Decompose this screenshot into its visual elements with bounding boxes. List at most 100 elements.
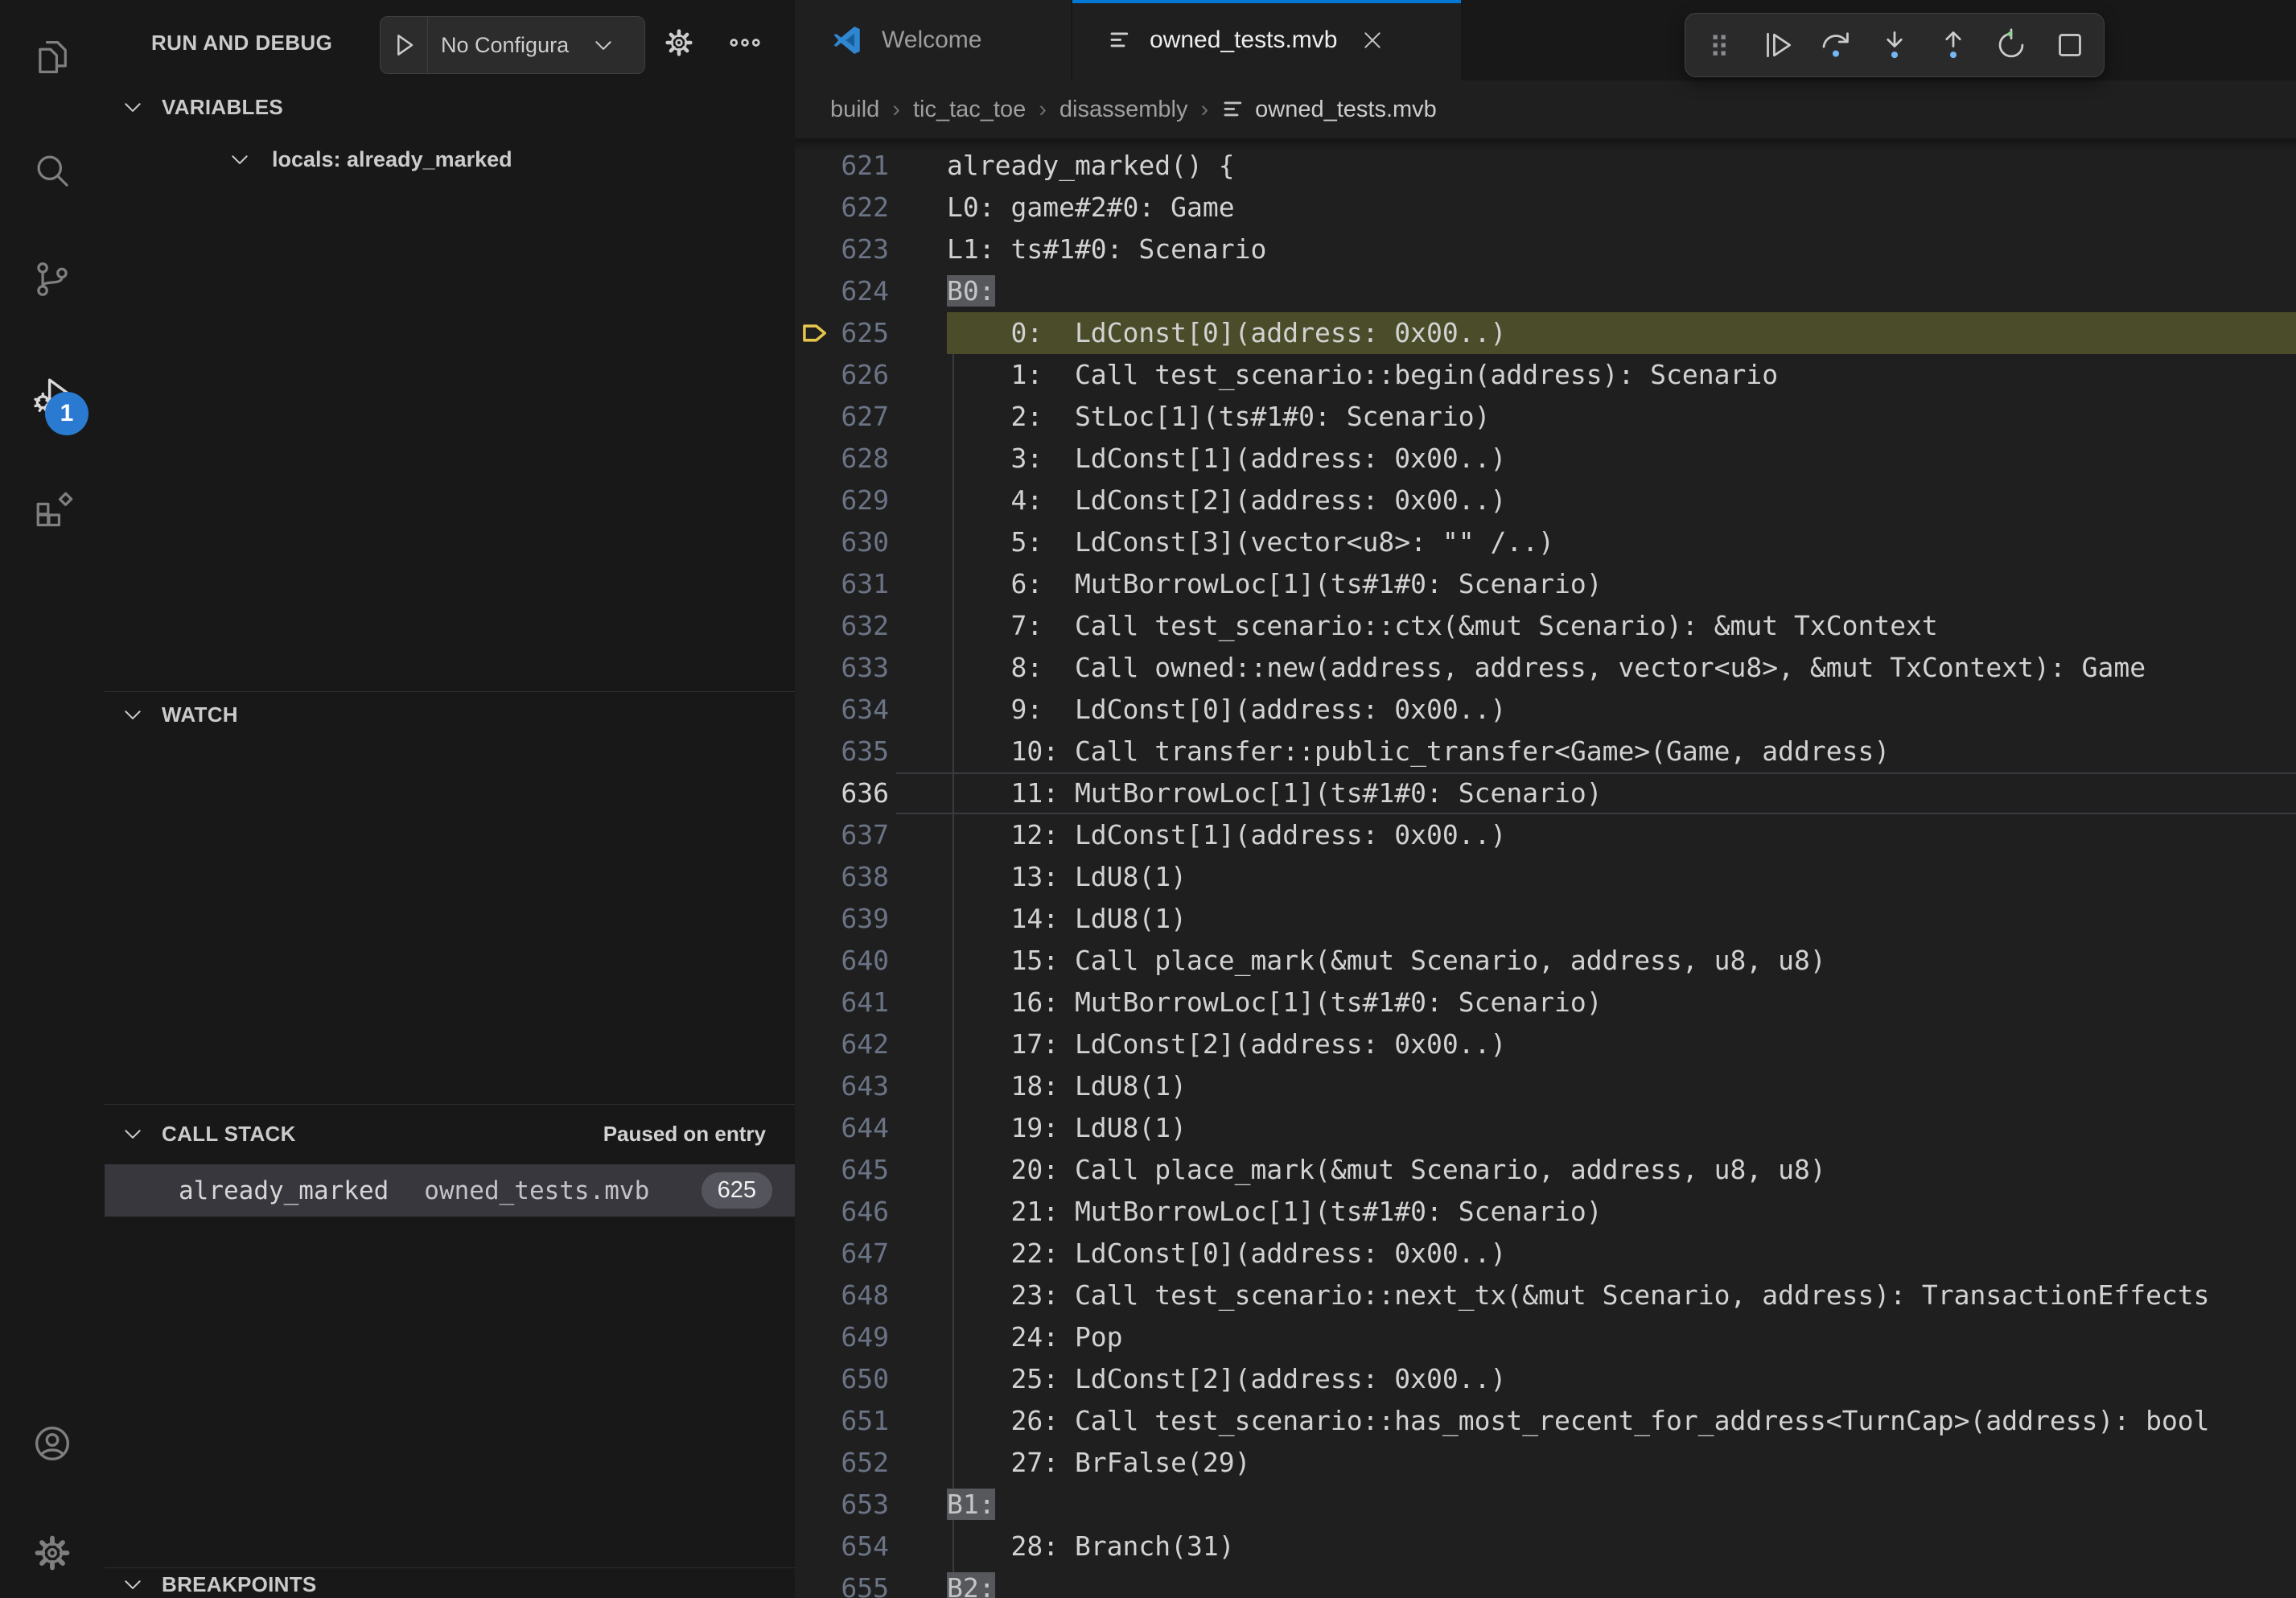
code-line[interactable]: 640 15: Call place_mark(&mut Scenario, a… [795,940,2296,982]
line-number[interactable]: 624 [795,270,889,312]
line-text[interactable]: 17: LdConst[2](address: 0x00..) [947,1023,1506,1065]
breadcrumb-item[interactable]: tic_tac_toe [913,97,1026,123]
line-number[interactable]: 627 [795,396,889,438]
line-text[interactable]: 23: Call test_scenario::next_tx(&mut Sce… [947,1275,2210,1316]
line-text[interactable]: 21: MutBorrowLoc[1](ts#1#0: Scenario) [947,1191,1603,1233]
watch-section-header[interactable]: WATCH [105,694,795,735]
line-number[interactable]: 643 [795,1065,889,1107]
call-stack-frame-row[interactable]: already_marked owned_tests.mvb 625 [105,1164,795,1217]
code-line[interactable]: 637 12: LdConst[1](address: 0x00..) [795,814,2296,856]
line-text[interactable]: 2: StLoc[1](ts#1#0: Scenario) [947,396,1491,438]
line-number[interactable]: 642 [795,1023,889,1065]
line-number[interactable]: 640 [795,940,889,982]
code-line[interactable]: 629 4: LdConst[2](address: 0x00..) [795,480,2296,521]
line-text[interactable]: 19: LdU8(1) [947,1107,1187,1149]
code-line[interactable]: 635 10: Call transfer::public_transfer<G… [795,731,2296,772]
line-number[interactable]: 655 [795,1567,889,1598]
code-line[interactable]: 641 16: MutBorrowLoc[1](ts#1#0: Scenario… [795,982,2296,1023]
line-text[interactable]: 20: Call place_mark(&mut Scenario, addre… [947,1149,1826,1191]
toolbar-continue-button[interactable] [1755,19,1800,71]
line-number[interactable]: 621 [795,145,889,187]
toolbar-restart-button[interactable] [1989,19,2034,71]
line-text[interactable]: 10: Call transfer::public_transfer<Game>… [947,731,1890,772]
line-text[interactable]: 0: LdConst[0](address: 0x00..) [947,312,1506,354]
line-text[interactable]: 26: Call test_scenario::has_most_recent_… [947,1400,2210,1442]
line-text[interactable]: 15: Call place_mark(&mut Scenario, addre… [947,940,1826,982]
line-number[interactable]: 647 [795,1233,889,1275]
line-number[interactable]: 638 [795,856,889,898]
activity-bar-item-extensions[interactable] [0,465,105,549]
start-debugging-button[interactable] [381,17,428,73]
line-text[interactable]: 7: Call test_scenario::ctx(&mut Scenario… [947,605,1938,647]
close-icon[interactable] [1360,27,1385,53]
activity-bar-item-run-debug[interactable]: 1 [0,352,105,435]
line-number[interactable]: 649 [795,1316,889,1358]
line-text[interactable]: L1: ts#1#0: Scenario [947,229,1266,270]
code-line[interactable]: 644 19: LdU8(1) [795,1107,2296,1149]
line-text[interactable]: 22: LdConst[0](address: 0x00..) [947,1233,1506,1275]
code-area[interactable]: 621already_marked() {622L0: game#2#0: Ga… [795,138,2296,1598]
code-line[interactable]: 645 20: Call place_mark(&mut Scenario, a… [795,1149,2296,1191]
code-line[interactable]: 633 8: Call owned::new(address, address,… [795,647,2296,689]
activity-bar-item-files[interactable] [0,15,105,99]
toolbar-step-into-button[interactable] [1872,19,1917,71]
line-text[interactable]: 1: Call test_scenario::begin(address): S… [947,354,1778,396]
line-text[interactable]: 11: MutBorrowLoc[1](ts#1#0: Scenario) [947,772,1603,814]
debug-settings-button[interactable] [655,0,703,85]
tab-welcome[interactable]: Welcome [795,0,1071,80]
line-number[interactable]: 653 [795,1484,889,1526]
code-line[interactable]: 621 already_marked() { [795,145,2296,187]
line-number[interactable]: 637 [795,814,889,856]
line-number[interactable]: 639 [795,898,889,940]
line-number[interactable]: 650 [795,1358,889,1400]
code-line[interactable]: 653 B1: [795,1484,2296,1526]
toolbar-gripper-button[interactable] [1697,19,1742,71]
line-text[interactable]: L0: game#2#0: Game [947,187,1235,229]
line-number[interactable]: 631 [795,563,889,605]
breakpoints-section-header[interactable]: BREAKPOINTS [105,1571,795,1598]
line-number[interactable]: 630 [795,521,889,563]
variables-scope-locals[interactable]: locals: already_marked [105,137,795,182]
code-line[interactable]: 651 26: Call test_scenario::has_most_rec… [795,1400,2296,1442]
line-text[interactable]: 4: LdConst[2](address: 0x00..) [947,480,1506,521]
line-number[interactable]: 623 [795,229,889,270]
toolbar-step-out-button[interactable] [1931,19,1976,71]
line-text[interactable]: 27: BrFalse(29) [947,1442,1251,1484]
line-number[interactable]: 651 [795,1400,889,1442]
code-line[interactable]: 648 23: Call test_scenario::next_tx(&mut… [795,1275,2296,1316]
breadcrumb-item[interactable]: disassembly [1060,97,1188,123]
line-text[interactable]: B0: [947,270,995,312]
line-number[interactable]: 633 [795,647,889,689]
code-line[interactable]: 636 11: MutBorrowLoc[1](ts#1#0: Scenario… [795,772,2296,814]
line-text[interactable]: 12: LdConst[1](address: 0x00..) [947,814,1506,856]
line-text[interactable]: 3: LdConst[1](address: 0x00..) [947,438,1506,480]
activity-bar-item-search[interactable] [0,129,105,212]
code-line[interactable]: 647 22: LdConst[0](address: 0x00..) [795,1233,2296,1275]
line-text[interactable]: 9: LdConst[0](address: 0x00..) [947,689,1506,731]
code-line[interactable]: 632 7: Call test_scenario::ctx(&mut Scen… [795,605,2296,647]
debug-toolbar[interactable] [1685,13,2105,77]
line-text[interactable]: 24: Pop [947,1316,1123,1358]
configuration-dropdown[interactable]: No Configura [428,32,644,58]
line-number[interactable]: 636 [795,772,889,814]
line-number[interactable]: 652 [795,1442,889,1484]
line-text[interactable]: B1: [947,1484,995,1526]
code-line[interactable]: 642 17: LdConst[2](address: 0x00..) [795,1023,2296,1065]
line-number[interactable]: 645 [795,1149,889,1191]
breadcrumb-file[interactable]: owned_tests.mvb [1255,97,1437,123]
line-text[interactable]: 13: LdU8(1) [947,856,1187,898]
code-line[interactable]: 639 14: LdU8(1) [795,898,2296,940]
views-more-actions-button[interactable] [721,0,769,85]
line-number[interactable]: 641 [795,982,889,1023]
toolbar-stop-button[interactable] [2047,19,2092,71]
activity-bar-item-source-control[interactable] [0,237,105,321]
line-text[interactable]: 5: LdConst[3](vector<u8>: "" /..) [947,521,1554,563]
line-text[interactable]: already_marked() { [947,145,1235,187]
line-number[interactable]: 644 [795,1107,889,1149]
line-text[interactable]: 16: MutBorrowLoc[1](ts#1#0: Scenario) [947,982,1603,1023]
code-line[interactable]: 649 24: Pop [795,1316,2296,1358]
activity-bar-item-account[interactable] [0,1402,105,1485]
line-text[interactable]: 6: MutBorrowLoc[1](ts#1#0: Scenario) [947,563,1603,605]
line-number[interactable]: 632 [795,605,889,647]
code-line[interactable]: 634 9: LdConst[0](address: 0x00..) [795,689,2296,731]
